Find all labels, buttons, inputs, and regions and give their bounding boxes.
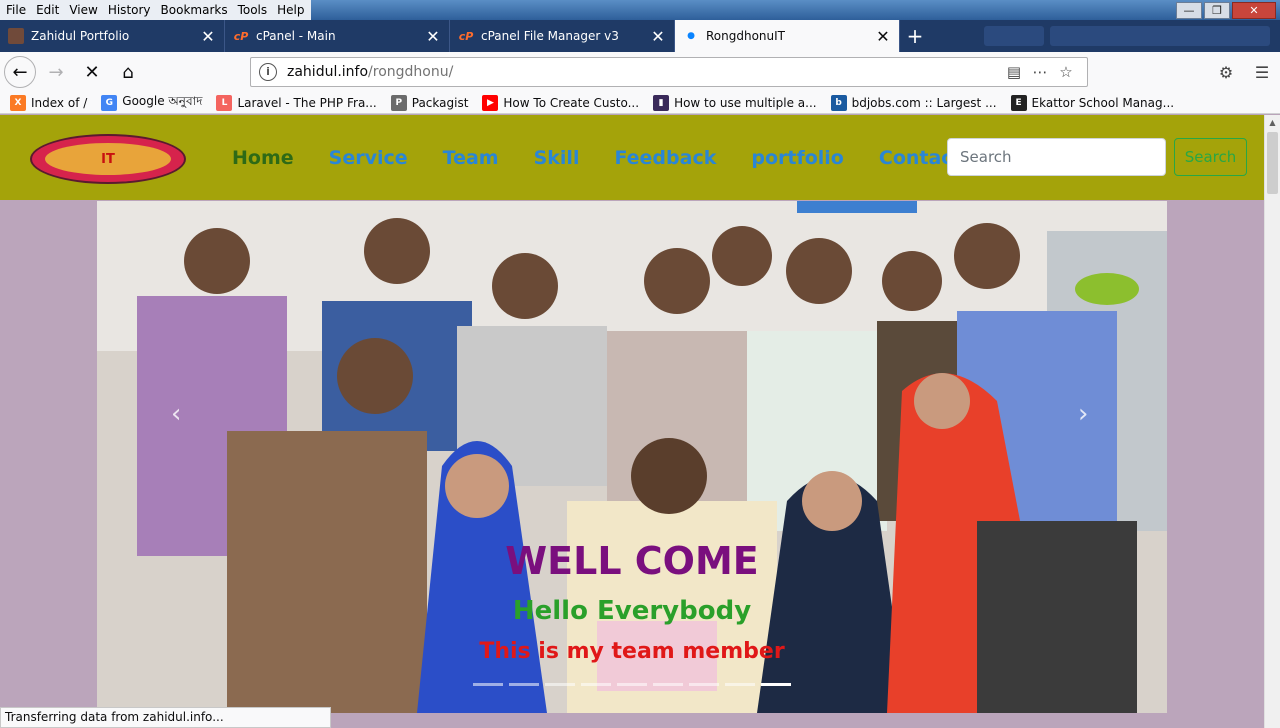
- tab-cpanel-main[interactable]: cP cPanel - Main ✕: [225, 20, 450, 52]
- close-tab-icon[interactable]: ✕: [875, 27, 891, 46]
- navigation-bar: ← → ✕ ⌂ i zahidul.info/rongdhonu/ ▤ ⋯ ☆ …: [0, 52, 1280, 92]
- scroll-up-icon[interactable]: ▲: [1265, 115, 1280, 131]
- tab-title: Zahidul Portfolio: [31, 29, 130, 43]
- tab-rongdhonuit[interactable]: ● RongdhonuIT ✕: [675, 20, 900, 52]
- laravel-icon: L: [216, 94, 233, 111]
- nav-home[interactable]: Home: [232, 147, 294, 169]
- google-translate-icon: G: [101, 94, 118, 111]
- menu-bar: File Edit View History Bookmarks Tools H…: [0, 0, 1280, 20]
- nav-portfolio[interactable]: portfolio: [751, 147, 844, 169]
- menu-history[interactable]: History: [103, 0, 155, 20]
- tab-title: cPanel - Main: [256, 29, 336, 43]
- menu-help[interactable]: Help: [273, 0, 309, 20]
- team-photo: [97, 201, 1167, 713]
- tab-strip: Zahidul Portfolio ✕ cP cPanel - Main ✕ c…: [0, 20, 1280, 52]
- search-input[interactable]: [947, 138, 1166, 176]
- back-arrow-icon[interactable]: ←: [4, 56, 36, 88]
- cpanel-favicon-icon: cP: [233, 29, 249, 43]
- forward-arrow-icon[interactable]: →: [40, 56, 72, 88]
- tab-cpanel-file-manager[interactable]: cP cPanel File Manager v3 ✕: [450, 20, 675, 52]
- youtube-icon: ▶: [482, 94, 499, 111]
- close-window-icon[interactable]: ✕: [1232, 1, 1276, 19]
- ekattor-icon: E: [1010, 94, 1027, 111]
- window-controls: — ❐ ✕: [1176, 1, 1276, 19]
- minimize-icon[interactable]: —: [1176, 1, 1202, 19]
- bookmark-item[interactable]: L Laravel - The PHP Fra...: [216, 94, 377, 111]
- loading-dot-icon: ●: [687, 31, 695, 41]
- carousel-indicator[interactable]: [581, 683, 611, 686]
- packagist-icon: P: [390, 94, 407, 111]
- tab-title: RongdhonuIT: [706, 29, 786, 43]
- site-nav: Home Service Team Skill Feedback portfol…: [232, 147, 997, 169]
- menu-view[interactable]: View: [65, 0, 102, 20]
- carousel-next-icon[interactable]: ›: [1078, 399, 1088, 429]
- web-page: IT Home Service Team Skill Feedback port…: [0, 115, 1264, 728]
- bookmark-star-icon[interactable]: ☆: [1053, 63, 1079, 81]
- stop-loading-icon[interactable]: ✕: [76, 56, 108, 88]
- tab-zahidul-portfolio[interactable]: Zahidul Portfolio ✕: [0, 20, 225, 52]
- scroll-thumb[interactable]: [1267, 132, 1278, 194]
- nav-service[interactable]: Service: [329, 147, 408, 169]
- carousel-subtitle: Hello Everybody: [512, 596, 752, 626]
- site-header: IT Home Service Team Skill Feedback port…: [0, 115, 1264, 200]
- menu-bookmarks[interactable]: Bookmarks: [156, 0, 232, 20]
- url-host: zahidul.info: [287, 64, 369, 80]
- status-bar: Transferring data from zahidul.info...: [0, 707, 331, 728]
- page-actions-icon[interactable]: ⋯: [1027, 63, 1053, 81]
- carousel-indicator[interactable]: [545, 683, 575, 686]
- nav-team[interactable]: Team: [443, 147, 499, 169]
- tab-title: cPanel File Manager v3: [481, 29, 619, 43]
- menu-file[interactable]: File: [2, 0, 31, 20]
- carousel-indicator[interactable]: [617, 683, 647, 686]
- site-info-icon[interactable]: i: [259, 63, 277, 81]
- xampp-icon: X: [10, 94, 26, 111]
- bookmark-icon: ▮: [653, 94, 670, 111]
- bookmark-item[interactable]: G Google অনুবাদ: [101, 93, 202, 113]
- extension-icon[interactable]: ⚙: [1208, 63, 1244, 82]
- cpanel-favicon-icon: cP: [458, 29, 474, 43]
- close-tab-icon[interactable]: ✕: [200, 27, 216, 46]
- hero-carousel: ‹ › WELL COME Hello Everybody This is my…: [97, 201, 1167, 713]
- menu-items: File Edit View History Bookmarks Tools H…: [0, 0, 311, 20]
- bookmarks-toolbar: X Index of / G Google অনুবাদ L Laravel - Th…: [0, 92, 1280, 114]
- logo-mark: IT: [45, 143, 171, 175]
- carousel-indicator[interactable]: [761, 683, 791, 686]
- url-path: /rongdhonu/: [368, 64, 454, 80]
- reader-view-icon[interactable]: ▤: [1001, 63, 1027, 81]
- carousel-tagline: This is my team member: [479, 639, 785, 664]
- portfolio-favicon-icon: [8, 28, 24, 44]
- site-logo[interactable]: IT: [30, 134, 186, 184]
- bdjobs-icon: b: [830, 94, 847, 111]
- close-tab-icon[interactable]: ✕: [425, 27, 441, 46]
- home-icon[interactable]: ⌂: [112, 56, 144, 88]
- url-bar[interactable]: i zahidul.info/rongdhonu/ ▤ ⋯ ☆: [250, 57, 1088, 87]
- nav-feedback[interactable]: Feedback: [614, 147, 716, 169]
- menu-tools[interactable]: Tools: [233, 0, 272, 20]
- bookmark-item[interactable]: E Ekattor School Manag...: [1010, 94, 1174, 111]
- bookmark-item[interactable]: b bdjobs.com :: Largest ...: [830, 94, 997, 111]
- carousel-indicator[interactable]: [689, 683, 719, 686]
- carousel-title: WELL COME: [505, 539, 759, 583]
- nav-skill[interactable]: Skill: [534, 147, 580, 169]
- new-tab-icon[interactable]: +: [900, 20, 930, 52]
- bookmark-item[interactable]: ▶ How To Create Custo...: [482, 94, 639, 111]
- carousel-indicator[interactable]: [653, 683, 683, 686]
- carousel-indicators: [473, 683, 791, 686]
- carousel-indicator[interactable]: [509, 683, 539, 686]
- hamburger-menu-icon[interactable]: ☰: [1244, 63, 1280, 82]
- url-text[interactable]: zahidul.info/rongdhonu/: [287, 64, 1001, 80]
- bookmark-item[interactable]: P Packagist: [390, 94, 468, 111]
- menu-edit[interactable]: Edit: [32, 0, 64, 20]
- bookmark-item[interactable]: ▮ How to use multiple a...: [653, 94, 817, 111]
- page-scrollbar[interactable]: ▲: [1264, 115, 1280, 728]
- restore-icon[interactable]: ❐: [1204, 1, 1230, 19]
- close-tab-icon[interactable]: ✕: [650, 27, 666, 46]
- search-button[interactable]: Search: [1174, 138, 1247, 176]
- carousel-prev-icon[interactable]: ‹: [171, 399, 181, 429]
- carousel-indicator[interactable]: [473, 683, 503, 686]
- bookmark-item[interactable]: X Index of /: [10, 94, 87, 111]
- carousel-indicator[interactable]: [725, 683, 755, 686]
